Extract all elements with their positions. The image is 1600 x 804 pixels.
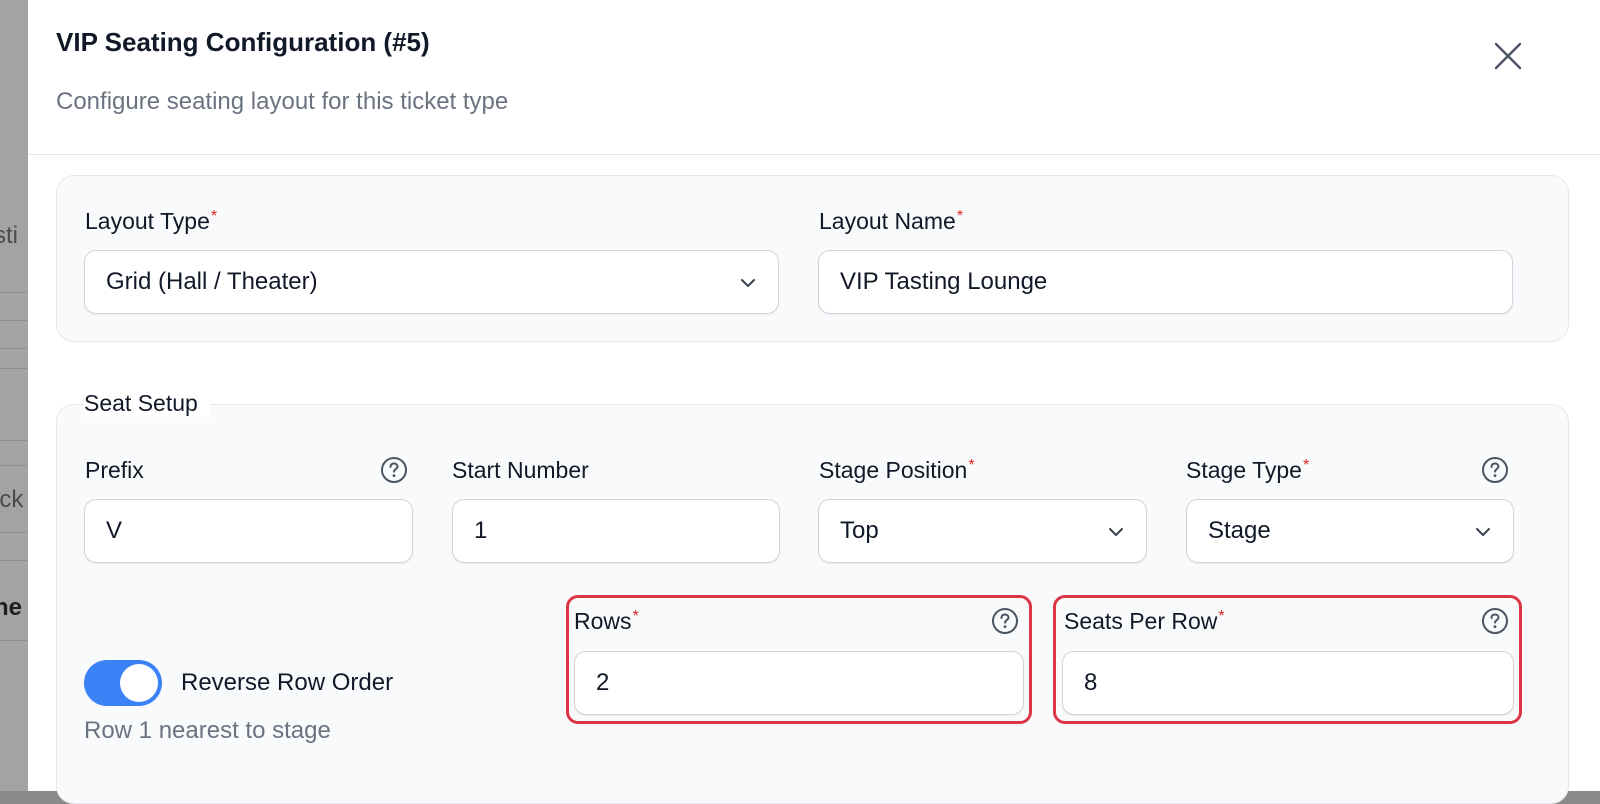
- header-divider: [28, 154, 1600, 155]
- backdrop-divider: [0, 440, 28, 441]
- close-icon: [1494, 42, 1522, 70]
- required-marker: *: [1218, 608, 1225, 625]
- backdrop-divider: [0, 320, 28, 321]
- layout-name-label: Layout Name*: [819, 208, 964, 234]
- toggle-knob: [120, 664, 158, 702]
- help-icon[interactable]: [1481, 607, 1509, 635]
- stage-type-value: Stage: [1208, 517, 1271, 544]
- chevron-down-icon: [741, 279, 755, 287]
- backdrop-divider: [0, 465, 28, 466]
- start-number-label: Start Number: [452, 457, 589, 483]
- chevron-down-icon: [1476, 528, 1490, 536]
- rows-label: Rows*: [574, 608, 639, 634]
- prefix-input[interactable]: V: [84, 499, 413, 563]
- reverse-row-order-label: Reverse Row Order: [181, 669, 394, 696]
- backdrop-text-fragment: ick: [0, 486, 24, 513]
- backdrop-divider: [0, 532, 28, 533]
- rows-value: 2: [596, 669, 610, 696]
- layout-type-value: Grid (Hall / Theater): [106, 268, 318, 295]
- stage-type-label: Stage Type*: [1186, 457, 1310, 483]
- help-icon[interactable]: [1481, 456, 1509, 484]
- seats-per-row-value: 8: [1084, 669, 1098, 696]
- prefix-label: Prefix: [85, 457, 144, 483]
- backdrop-divider: [0, 292, 28, 293]
- layout-name-value: VIP Tasting Lounge: [840, 268, 1048, 295]
- prefix-value: V: [106, 517, 123, 544]
- seats-per-row-input[interactable]: 8: [1062, 651, 1514, 715]
- start-number-input[interactable]: 1: [452, 499, 780, 563]
- required-marker: *: [210, 208, 218, 225]
- layout-type-select[interactable]: Grid (Hall / Theater): [84, 250, 779, 314]
- backdrop-divider: [0, 348, 28, 349]
- stage-position-value: Top: [840, 517, 879, 544]
- seating-config-modal: VIP Seating Configuration (#5) Configure…: [28, 0, 1600, 804]
- required-marker: *: [956, 208, 964, 225]
- seats-per-row-label: Seats Per Row*: [1064, 608, 1225, 634]
- seat-setup-legend: Seat Setup: [84, 390, 210, 417]
- start-number-value: 1: [474, 517, 488, 544]
- help-icon[interactable]: [991, 607, 1019, 635]
- backdrop-divider: [0, 640, 28, 641]
- backdrop-text-fragment: ne: [0, 594, 23, 621]
- stage-position-select[interactable]: Top: [818, 499, 1147, 563]
- backdrop-divider: [0, 368, 28, 369]
- backdrop-divider: [0, 560, 28, 561]
- required-marker: *: [968, 457, 975, 474]
- required-marker: *: [632, 608, 639, 625]
- stage-position-label: Stage Position*: [819, 457, 975, 483]
- modal-title: VIP Seating Configuration (#5): [56, 27, 430, 57]
- required-marker: *: [1302, 457, 1310, 474]
- modal-subtitle: Configure seating layout for this ticket…: [56, 88, 509, 115]
- rows-input[interactable]: 2: [574, 651, 1024, 715]
- layout-name-input[interactable]: VIP Tasting Lounge: [818, 250, 1513, 314]
- reverse-row-order-hint: Row 1 nearest to stage: [84, 717, 331, 744]
- stage-type-select[interactable]: Stage: [1186, 499, 1514, 563]
- reverse-row-order-toggle[interactable]: [84, 660, 162, 706]
- layout-type-label: Layout Type*: [85, 208, 218, 234]
- chevron-down-icon: [1109, 528, 1123, 536]
- page-backdrop: sti ick ne: [0, 0, 28, 791]
- layout-card: Layout Type* Grid (Hall / Theater) Layou…: [56, 175, 1569, 342]
- backdrop-text-fragment: sti: [0, 222, 18, 249]
- close-button[interactable]: [1490, 38, 1526, 74]
- help-icon[interactable]: [380, 456, 408, 484]
